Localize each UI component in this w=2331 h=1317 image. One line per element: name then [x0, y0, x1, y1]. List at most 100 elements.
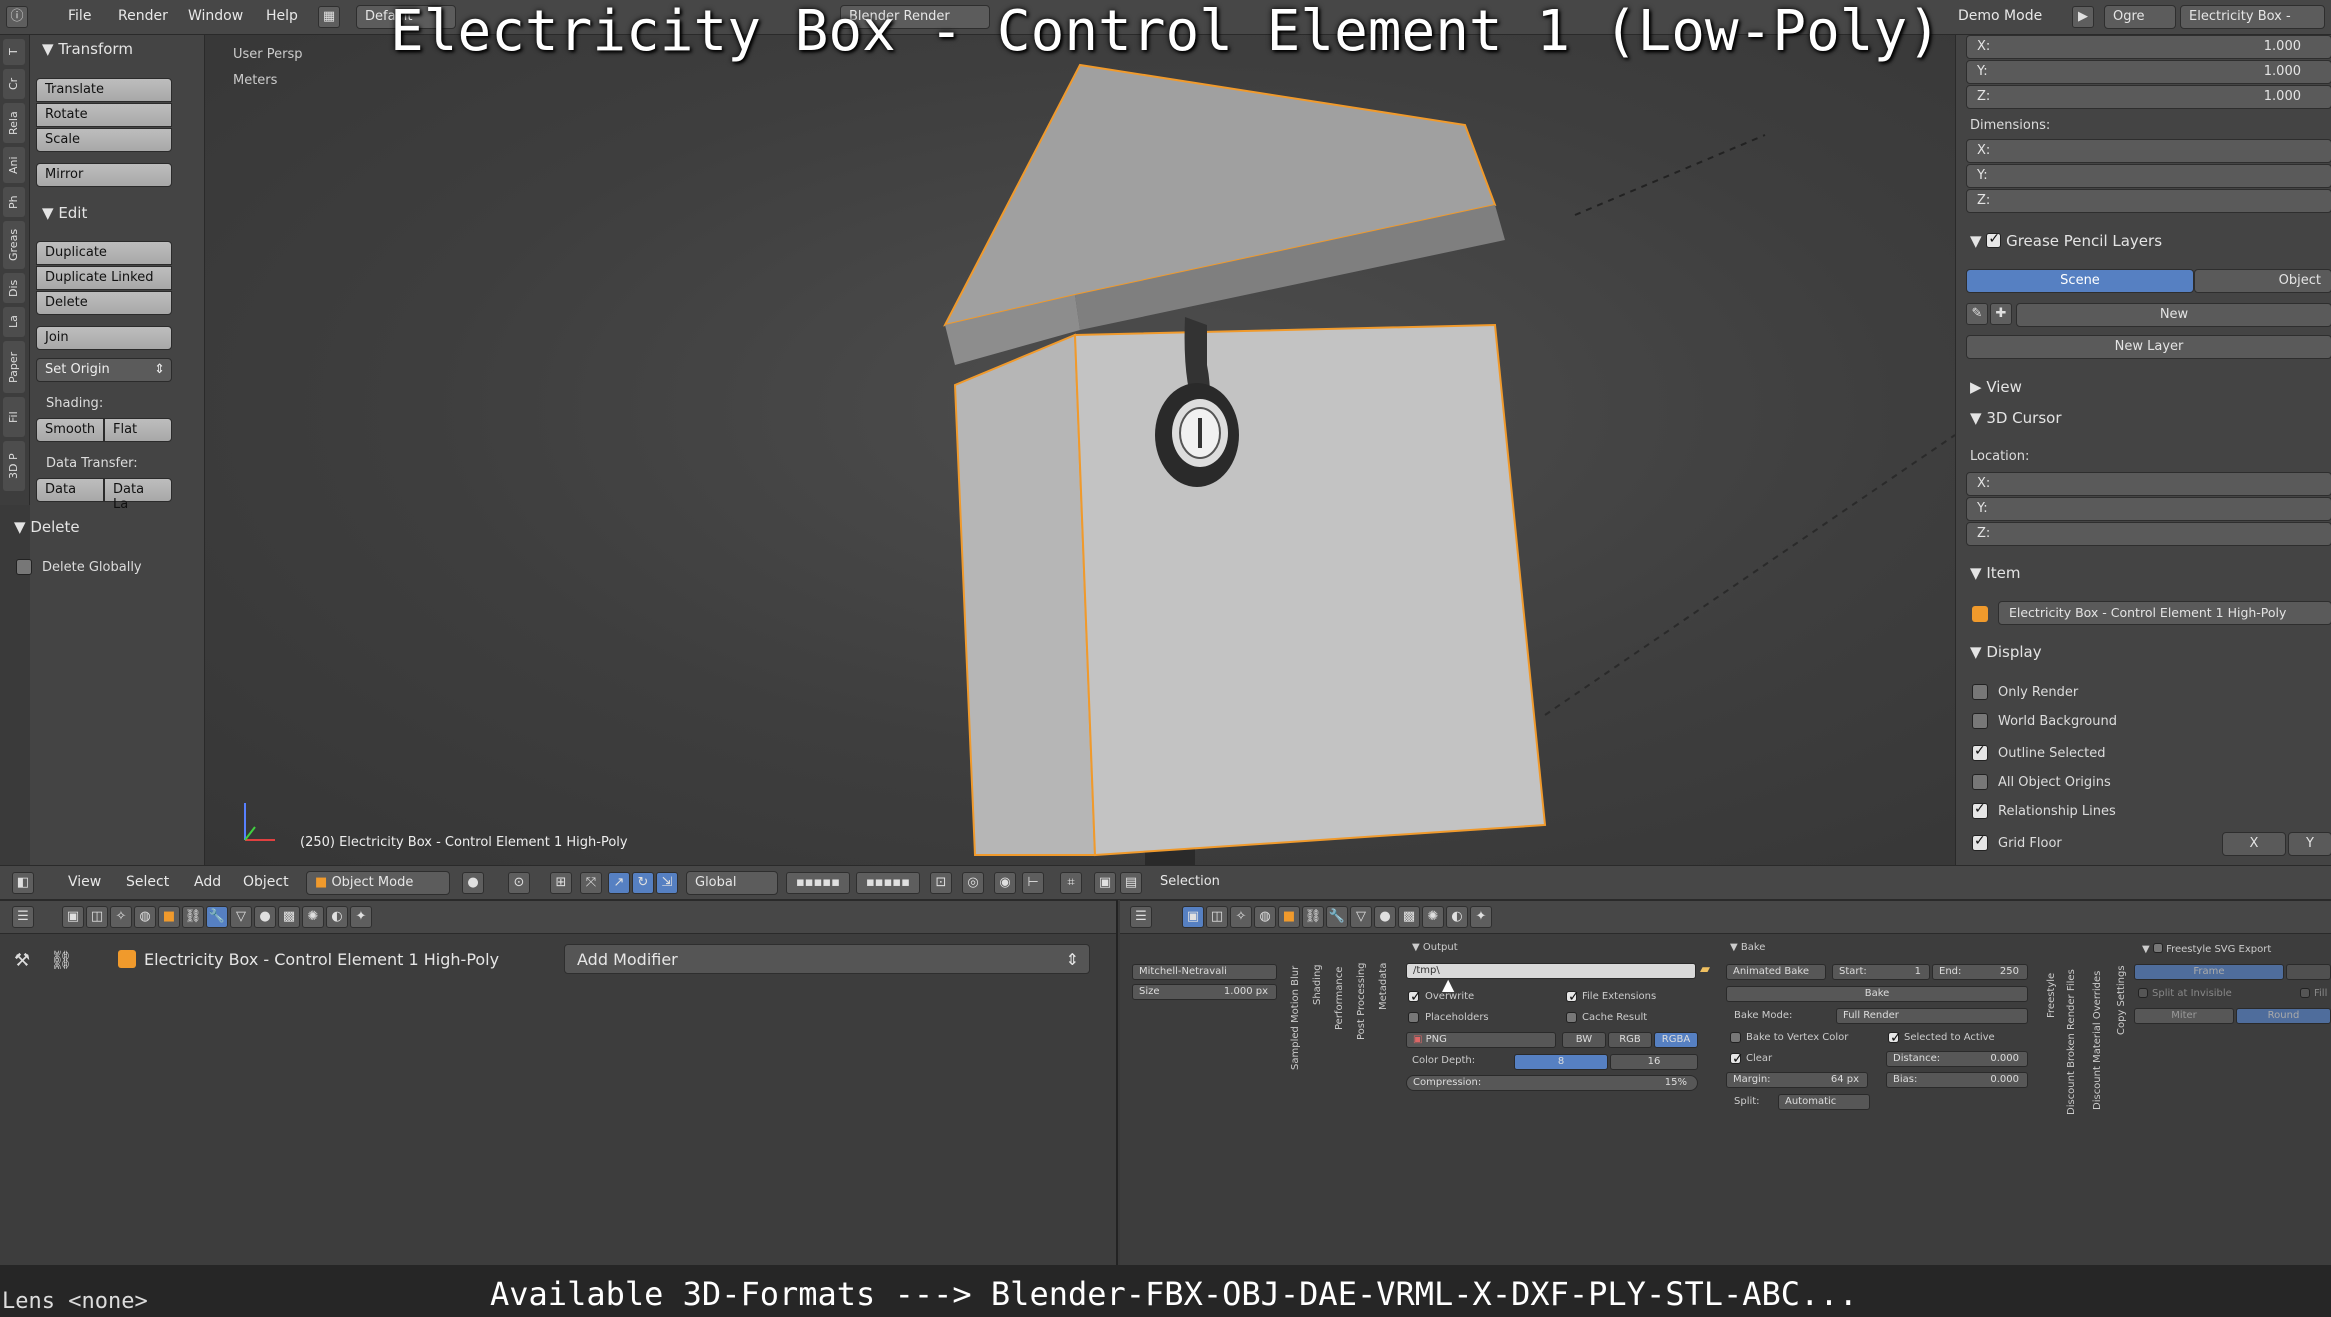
data-tab-icon[interactable]: ▽: [230, 906, 252, 928]
rotate-manipulator-icon[interactable]: ↻: [632, 872, 654, 894]
grid-x-toggle[interactable]: X: [2222, 832, 2286, 856]
cursor-y-field[interactable]: Y:: [1966, 497, 2331, 521]
all-object-origins-checkbox[interactable]: [1972, 774, 1988, 790]
particles-tab-icon[interactable]: ✺: [1422, 906, 1444, 928]
tab-physics[interactable]: Ph: [3, 187, 25, 217]
grease-pencil-header[interactable]: ▼ Grease Pencil Layers: [1970, 231, 2162, 250]
orientation-selector[interactable]: Global: [686, 871, 778, 895]
bake-start-field[interactable]: Start: 1: [1832, 964, 1930, 980]
margin-field[interactable]: Margin: 64 px: [1726, 1072, 1868, 1088]
snap-grid-icon[interactable]: ⊞: [550, 872, 572, 894]
world-tab-icon[interactable]: ◍: [1254, 906, 1276, 928]
cursor-x-field[interactable]: X:: [1966, 472, 2331, 496]
tab-layers[interactable]: La: [3, 307, 25, 337]
add-modifier-dropdown[interactable]: Add Modifier ⇕: [564, 944, 1090, 974]
smooth-button[interactable]: Smooth: [36, 418, 104, 442]
texture-tab-icon[interactable]: ▩: [278, 906, 300, 928]
bake-button[interactable]: Bake: [1726, 986, 2028, 1002]
modifiers-tab-icon[interactable]: 🔧: [1326, 906, 1348, 928]
freestyle-svg-header[interactable]: ▼ Freestyle SVG Export: [2142, 942, 2271, 955]
scene-tab[interactable]: Scene: [1966, 269, 2194, 293]
layers-grid-1-icon[interactable]: ▪▪▪▪▪: [786, 872, 850, 894]
world-tab-icon[interactable]: ◍: [134, 906, 156, 928]
layers-grid-2-icon[interactable]: ▪▪▪▪▪: [856, 872, 920, 894]
animated-bake-button[interactable]: Animated Bake: [1726, 964, 1826, 980]
bake-end-field[interactable]: End: 250: [1932, 964, 2028, 980]
mirror-button[interactable]: Mirror: [36, 163, 172, 187]
duplicate-button[interactable]: Duplicate: [36, 241, 172, 265]
viewport-shading-icon[interactable]: ●: [462, 872, 484, 894]
3d-viewport[interactable]: User Persp Meters (250) Electricity Box …: [205, 35, 1955, 865]
delete-button[interactable]: Delete: [36, 291, 172, 315]
depth-8-button[interactable]: 8: [1514, 1054, 1608, 1070]
round-button[interactable]: Round: [2236, 1008, 2331, 1024]
object-tab[interactable]: Object: [2194, 269, 2331, 293]
editor-type-icon[interactable]: ◧: [12, 872, 34, 894]
bake-header[interactable]: ▼ Bake: [1730, 942, 1765, 953]
freestyle-animation-button[interactable]: [2286, 964, 2331, 980]
file-format-selector[interactable]: ▣ PNG: [1406, 1032, 1556, 1048]
output-header[interactable]: ▼ Output: [1412, 942, 1458, 953]
tab-display[interactable]: Dis: [3, 273, 25, 303]
snap-target-icon[interactable]: ⌗: [1060, 872, 1082, 894]
dimension-x-field[interactable]: X:: [1966, 139, 2331, 163]
render-image-icon[interactable]: ▣: [1094, 872, 1116, 894]
data-layout-button[interactable]: Data La: [104, 478, 172, 512]
item-name-field[interactable]: Electricity Box - Control Element 1 High…: [1998, 601, 2331, 625]
discount-material-overrides-tab[interactable]: Discount Material Overrides: [2092, 971, 2103, 1110]
scale-manipulator-icon[interactable]: ⇲: [656, 872, 678, 894]
scale-button[interactable]: Scale: [36, 128, 172, 152]
render-tab-icon[interactable]: ▣: [62, 906, 84, 928]
lock-layers-icon[interactable]: ⊡: [930, 872, 952, 894]
file-extensions-checkbox[interactable]: [1566, 989, 1580, 1005]
join-button[interactable]: Join: [36, 326, 172, 350]
object-menu[interactable]: Object: [243, 874, 289, 890]
only-render-checkbox[interactable]: [1972, 684, 1988, 700]
bw-button[interactable]: BW: [1562, 1032, 1606, 1048]
pencil-icon[interactable]: ✎: [1966, 303, 1988, 325]
constraints-tab-icon[interactable]: ⛓: [182, 906, 204, 928]
folder-icon[interactable]: ▰: [1700, 962, 1710, 977]
data-transfer-button[interactable]: Data: [36, 478, 104, 502]
item-header[interactable]: ▼ Item: [1970, 564, 2020, 582]
dimension-z-field[interactable]: Z:: [1966, 189, 2331, 213]
data-tab-icon[interactable]: ▽: [1350, 906, 1372, 928]
particles-tab-icon[interactable]: ✺: [302, 906, 324, 928]
manipulator-icon[interactable]: ⤧: [580, 872, 602, 894]
select-menu[interactable]: Select: [126, 874, 169, 890]
display-header[interactable]: ▼ Display: [1970, 643, 2042, 661]
discount-broken-render-files-tab[interactable]: Discount Broken Render Files: [2066, 969, 2077, 1115]
view-menu[interactable]: View: [68, 874, 101, 890]
render-preview-icon[interactable]: ◎: [962, 872, 984, 894]
pivot-point-icon[interactable]: ⊙: [508, 872, 530, 894]
bake-vertex-color-checkbox[interactable]: [1730, 1032, 1741, 1043]
flat-button[interactable]: Flat: [104, 418, 172, 442]
distance-field[interactable]: Distance: 0.000: [1886, 1051, 2028, 1067]
physics-tab-icon[interactable]: ◐: [1446, 906, 1468, 928]
plus-icon[interactable]: ✚: [1990, 303, 2012, 325]
object-tab-icon[interactable]: ■: [158, 906, 180, 928]
tab-create[interactable]: Cr: [3, 69, 25, 99]
grid-floor-checkbox[interactable]: [1972, 833, 1988, 851]
pixel-filter-selector[interactable]: Mitchell-Netravali: [1132, 964, 1277, 980]
render-tab-icon[interactable]: ▣: [1182, 906, 1204, 928]
new-grease-pencil-button[interactable]: New: [2016, 303, 2331, 327]
fill-checkbox[interactable]: [2300, 988, 2310, 998]
metadata-tab[interactable]: Metadata: [1378, 963, 1389, 1010]
freestyle-svg-checkbox[interactable]: [2152, 943, 2163, 953]
shading-tab[interactable]: Shading: [1312, 964, 1323, 1005]
post-processing-tab[interactable]: Post Processing: [1356, 963, 1367, 1041]
freestyle-tab[interactable]: Freestyle: [2046, 973, 2057, 1018]
duplicate-linked-button[interactable]: Duplicate Linked: [36, 266, 172, 290]
delete-globally-checkbox[interactable]: [16, 559, 32, 575]
compression-slider[interactable]: Compression: 15%: [1406, 1075, 1698, 1091]
filter-size-field[interactable]: Size 1.000 px: [1132, 984, 1277, 1000]
view-panel-header[interactable]: ▶ View: [1970, 378, 2022, 396]
tab-3d-print[interactable]: 3D P: [3, 441, 25, 491]
physics-tab-icon[interactable]: ◐: [326, 906, 348, 928]
split-invisible-checkbox[interactable]: [2138, 988, 2148, 998]
3d-cursor-header[interactable]: ▼ 3D Cursor: [1970, 409, 2061, 427]
rotate-button[interactable]: Rotate: [36, 103, 172, 127]
pin-icon[interactable]: ✦: [1470, 906, 1492, 928]
world-background-checkbox[interactable]: [1972, 713, 1988, 729]
